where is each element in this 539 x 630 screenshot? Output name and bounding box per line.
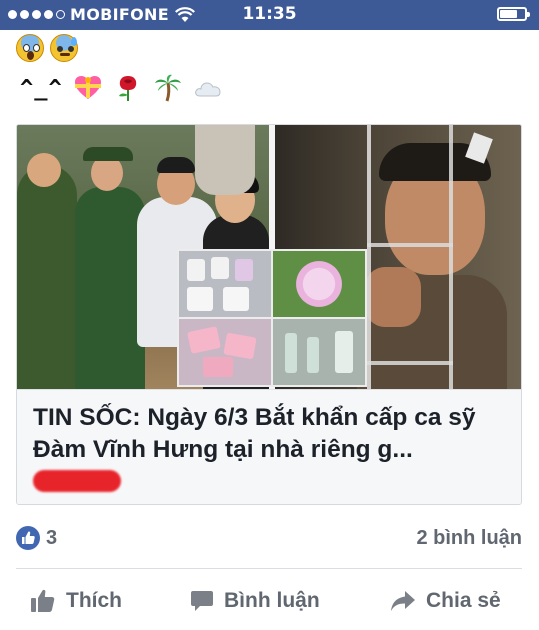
like-button-label: Thích — [66, 589, 122, 612]
bag — [187, 259, 205, 281]
packet — [203, 357, 233, 377]
face-screaming-in-fear-icon — [16, 34, 44, 62]
pink-pills-photo — [273, 251, 365, 317]
hair — [157, 157, 195, 173]
background-woman — [195, 125, 255, 195]
share-button[interactable]: Chia sẻ — [390, 583, 501, 619]
soldier-figure — [17, 165, 77, 389]
bag — [223, 287, 249, 311]
cloud-icon — [194, 82, 221, 97]
battery-icon — [497, 7, 530, 21]
news-photo-collage[interactable] — [17, 125, 521, 389]
bottle — [285, 333, 297, 373]
article-headline[interactable]: TIN SỐC: Ngày 6/3 Bắt khẩn cấp ca sỹ Đàm… — [33, 402, 511, 466]
window-bar — [367, 243, 453, 247]
bag — [187, 287, 213, 311]
window-bar — [367, 125, 371, 389]
rose-icon — [118, 76, 136, 101]
bottle — [307, 337, 319, 373]
man-hand — [365, 267, 421, 327]
window-bar — [367, 361, 453, 365]
post-action-bar: Thích Bình luận Chia sẻ — [0, 583, 539, 619]
actions-divider — [16, 568, 522, 569]
status-bar: MOBIFONE 11:35 — [0, 0, 539, 30]
like-reaction-icon[interactable] — [16, 526, 40, 550]
share-arrow-icon — [391, 591, 415, 611]
thumbs-up-icon — [31, 589, 55, 612]
kaomoji-text: ^_^ — [20, 75, 63, 101]
link-preview-card[interactable]: TIN SỐC: Ngày 6/3 Bắt khẩn cấp ca sỹ Đàm… — [16, 124, 522, 505]
window-bar — [449, 125, 453, 389]
post-text-line-1 — [16, 34, 78, 62]
comment-count-link[interactable]: 2 bình luận — [416, 527, 522, 550]
palm-tree-icon — [154, 74, 181, 102]
anxious-face-with-sweat-icon — [50, 34, 78, 62]
bottle — [335, 331, 353, 373]
redacted-source-domain — [33, 470, 121, 492]
like-count[interactable]: 3 — [46, 527, 57, 550]
comment-button-label: Bình luận — [224, 589, 320, 612]
heart-with-ribbon-icon — [74, 76, 101, 99]
like-button[interactable]: Thích — [30, 583, 122, 619]
comment-button[interactable]: Bình luận — [190, 583, 320, 619]
comment-bubble-icon — [191, 591, 213, 611]
share-button-label: Chia sẻ — [426, 589, 501, 612]
bag — [235, 259, 253, 281]
clock: 11:35 — [242, 4, 297, 24]
link-card-text[interactable]: TIN SỐC: Ngày 6/3 Bắt khẩn cấp ca sỹ Đàm… — [17, 389, 521, 504]
reactions-summary: 3 2 bình luận — [16, 525, 522, 553]
post-text-line-2: ^_^ — [20, 74, 223, 102]
bag — [211, 257, 229, 279]
soldier-head — [27, 153, 61, 187]
soldier-figure — [75, 187, 145, 389]
military-cap — [83, 147, 133, 161]
